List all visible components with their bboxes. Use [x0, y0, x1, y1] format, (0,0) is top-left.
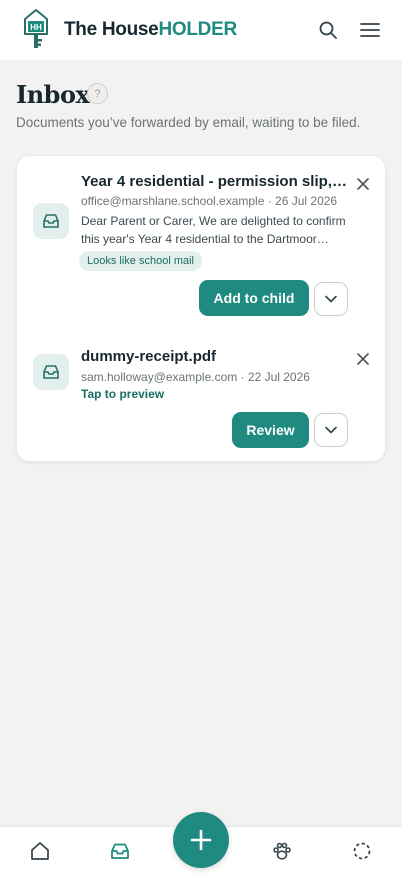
tap-to-preview-link[interactable]: Tap to preview — [81, 387, 164, 401]
item-meta: sam.holloway@example.com · 22 Jul 2026 — [81, 370, 310, 384]
brand-name: The HouseHOLDER — [64, 19, 237, 41]
inbox-tray-icon — [33, 354, 69, 390]
more-options-button[interactable] — [314, 413, 348, 447]
paw-icon[interactable] — [270, 839, 294, 863]
item-meta: office@marshlane.school.example · 26 Jul… — [81, 194, 338, 208]
inbox-icon[interactable] — [108, 839, 132, 863]
home-icon[interactable] — [28, 839, 52, 863]
school-mail-tag: Looks like school mail — [79, 251, 202, 271]
page-subtitle: Documents you’ve forwarded by email, wai… — [16, 115, 361, 130]
dismiss-icon[interactable] — [355, 351, 371, 367]
brand-accent: HOLDER — [158, 19, 237, 40]
house-key-logo-icon[interactable]: HH — [23, 8, 49, 50]
item-snippet: Dear Parent or Carer, We are delighted t… — [81, 214, 346, 246]
add-to-child-button[interactable]: Add to child — [199, 280, 309, 316]
item-title[interactable]: Year 4 residential - permission slip, ki… — [81, 173, 349, 190]
add-icon[interactable] — [173, 812, 229, 868]
chevron-down-icon — [325, 426, 337, 434]
help-button[interactable]: ? — [87, 83, 108, 104]
dismiss-icon[interactable] — [355, 176, 371, 192]
top-bar: HH The HouseHOLDER — [0, 0, 402, 60]
inbox-card: Year 4 residential - permission slip, ki… — [16, 155, 386, 462]
more-options-button[interactable] — [314, 282, 348, 316]
circle-dashed-icon[interactable] — [350, 839, 374, 863]
brand-main: The House — [64, 19, 159, 40]
svg-text:HH: HH — [30, 23, 42, 32]
inbox-tray-icon — [33, 203, 69, 239]
review-button[interactable]: Review — [232, 412, 309, 448]
search-icon[interactable] — [317, 19, 339, 41]
chevron-down-icon — [325, 295, 337, 303]
item-title[interactable]: dummy-receipt.pdf — [81, 348, 216, 365]
page-title: Inbox — [16, 80, 90, 109]
menu-icon[interactable] — [359, 19, 381, 41]
